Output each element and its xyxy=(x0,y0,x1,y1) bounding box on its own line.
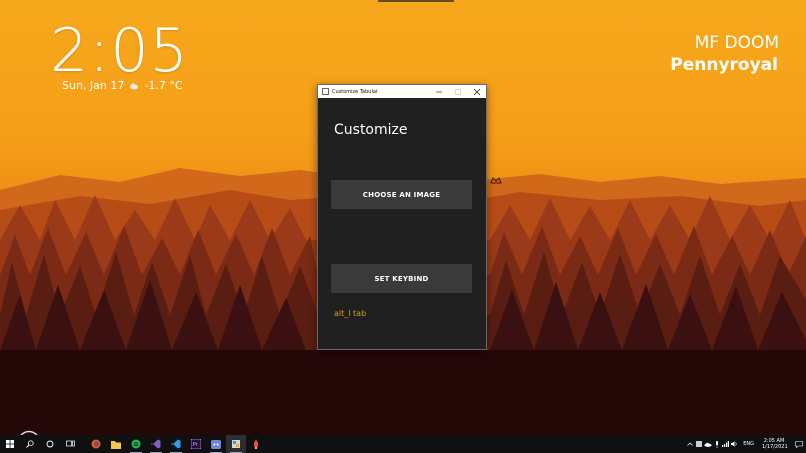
taskbar-app-vscode[interactable] xyxy=(166,435,186,453)
maximize-icon xyxy=(454,88,461,95)
task-view-icon xyxy=(65,440,75,447)
visual-studio-icon xyxy=(151,439,161,449)
close-button[interactable] xyxy=(467,85,486,98)
firefox-icon xyxy=(91,439,101,449)
window-titlebar[interactable]: Customize Tabular xyxy=(318,85,486,98)
notification-button[interactable] xyxy=(792,435,806,453)
taskbar-app-discord[interactable] xyxy=(206,435,226,453)
set-keybind-button[interactable]: SET KEYBIND xyxy=(331,264,472,293)
rocket-icon xyxy=(254,439,258,449)
cloud-icon xyxy=(130,83,139,89)
taskbar-app-spotify[interactable] xyxy=(126,435,146,453)
microphone-button[interactable] xyxy=(712,435,721,453)
tray-app-icon xyxy=(695,441,702,447)
desktop-clock: 2:05 xyxy=(50,16,189,86)
discord-icon xyxy=(211,439,221,449)
tray-date: 1/17/2021 xyxy=(762,444,788,450)
date-weather-line: Sun, Jan 17 -1.7 °C xyxy=(62,79,183,92)
network-icon xyxy=(722,441,730,447)
minimize-button[interactable] xyxy=(429,85,448,98)
taskbar-app-premiere-pro[interactable]: Pr xyxy=(186,435,206,453)
cloud-icon xyxy=(704,442,712,447)
premiere-pro-icon: Pr xyxy=(191,439,201,449)
windows-logo-icon xyxy=(6,440,14,448)
start-button[interactable] xyxy=(0,435,20,453)
minimize-icon xyxy=(435,91,442,92)
microphone-icon xyxy=(715,440,718,448)
tray-expand-button[interactable] xyxy=(685,435,694,453)
volume-icon xyxy=(731,441,737,447)
customize-window: Customize Tabular Customize CHOOSE AN IM… xyxy=(317,84,487,350)
search-button[interactable] xyxy=(20,435,40,453)
close-icon xyxy=(473,88,480,95)
task-view-button[interactable] xyxy=(60,435,80,453)
app-icon xyxy=(322,88,329,95)
tray-clock[interactable]: 2:05 AM 1/17/2021 xyxy=(762,438,788,450)
taskbar-app-firefox[interactable] xyxy=(86,435,106,453)
page-title: Customize xyxy=(334,122,408,138)
maximize-button[interactable] xyxy=(448,85,467,98)
window-title: Customize Tabular xyxy=(332,88,378,95)
date-text: Sun, Jan 17 xyxy=(62,79,125,92)
vscode-icon xyxy=(171,439,181,449)
taskbar-app-visual-studio[interactable] xyxy=(146,435,166,453)
tray-app-icon[interactable] xyxy=(694,435,703,453)
crown-glyph-icon xyxy=(490,177,502,184)
now-playing-track: Pennyroyal xyxy=(670,55,778,75)
notification-icon xyxy=(795,440,803,448)
temperature-text: -1.7 °C xyxy=(144,79,183,92)
volume-button[interactable] xyxy=(730,435,739,453)
taskbar-app-tabular[interactable] xyxy=(226,435,246,453)
now-playing-artist: MF DOOM xyxy=(694,33,779,53)
top-edge-sliver xyxy=(378,0,454,2)
taskbar-app-file-explorer[interactable] xyxy=(106,435,126,453)
taskbar: Pr ENG 2:05 AM 1/17/2021 xyxy=(0,435,806,453)
keybind-value: alt_l tab xyxy=(334,309,367,318)
choose-image-button[interactable]: CHOOSE AN IMAGE xyxy=(331,180,472,209)
cortana-button[interactable] xyxy=(40,435,60,453)
system-tray: ENG 2:05 AM 1/17/2021 xyxy=(685,435,806,453)
window-body: Customize CHOOSE AN IMAGE SET KEYBIND al… xyxy=(318,98,486,349)
language-indicator[interactable]: ENG xyxy=(743,441,754,447)
network-button[interactable] xyxy=(721,435,730,453)
onedrive-button[interactable] xyxy=(703,435,712,453)
spotify-icon xyxy=(131,439,141,449)
search-icon xyxy=(26,440,34,448)
folder-icon xyxy=(111,440,121,449)
cortana-icon xyxy=(46,440,54,448)
tabular-app-icon xyxy=(232,440,240,448)
chevron-up-icon xyxy=(686,442,693,446)
taskbar-app-rocket[interactable] xyxy=(246,435,266,453)
corner-arc-icon xyxy=(20,430,38,435)
